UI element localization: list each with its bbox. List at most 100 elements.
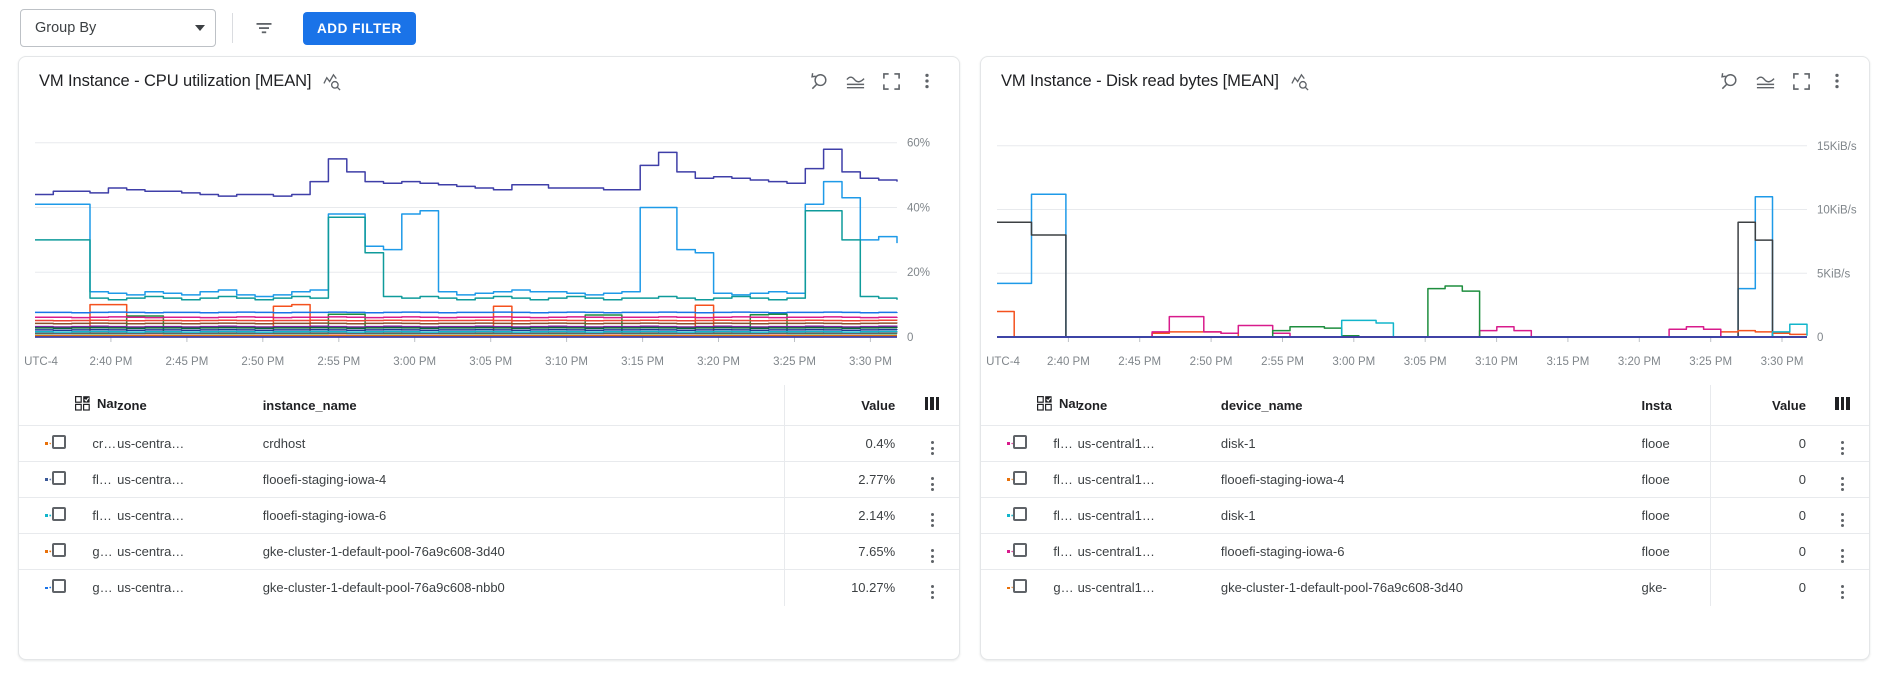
header-value[interactable]: Value <box>1709 385 1816 426</box>
more-vert-icon[interactable] <box>909 63 945 99</box>
series-line <box>35 180 898 298</box>
series-color-marker <box>19 533 52 570</box>
series-line <box>35 316 898 319</box>
row-name: flooefi-staging-iowa-4 <box>84 461 118 498</box>
row-checkbox[interactable] <box>1013 435 1028 449</box>
cpu-chart-plot[interactable]: 0 20% 40% 60% UTC-4 2:40 PM 2:45 PM 2:50 PM 2:55… <box>19 105 959 385</box>
group-by-select[interactable]: Group By <box>20 9 216 47</box>
series-color-marker <box>19 497 52 534</box>
add-filter-button[interactable]: ADD FILTER <box>303 11 416 45</box>
x-tick-label: 3:05 PM <box>1404 356 1447 368</box>
columns-icon[interactable] <box>905 385 959 426</box>
row-name: gke-cluster-1-default-pool-76a9c608-nbb0 <box>92 580 117 596</box>
select-all-icon[interactable] <box>75 396 90 411</box>
panel-cpu-title: VM Instance - CPU utilization [MEAN] <box>39 71 312 90</box>
metrics-explorer-page: Group By ADD FILTER VM Instance - CPU ut… <box>0 0 1887 683</box>
row-checkbox-cell[interactable] <box>1013 425 1046 462</box>
chevron-down-icon <box>195 25 205 31</box>
row-value: 2.14% <box>784 497 906 534</box>
header-zone[interactable]: zone <box>117 385 263 426</box>
row-checkbox[interactable] <box>1013 579 1028 594</box>
table-row[interactable]: flooefi-staging-iowa-4us-central1…disk-1… <box>981 425 1869 462</box>
series-line <box>35 332 898 335</box>
y-tick-label: 5KiB/s <box>1817 268 1850 280</box>
row-checkbox-cell[interactable] <box>51 425 85 462</box>
filter-list-icon[interactable] <box>247 11 281 45</box>
header-name-label: Name (from instance_id) <box>1059 396 1078 411</box>
row-instance-truncated: flooe <box>1641 425 1711 462</box>
row-more-vert-icon[interactable] <box>905 497 959 534</box>
table-row[interactable]: gke-cluster-1-default-pool-76a9c608-nbb0… <box>19 569 959 606</box>
row-zone: us-centra… <box>117 497 263 534</box>
x-tick-label: 3:00 PM <box>393 356 436 368</box>
row-checkbox-cell[interactable] <box>1013 497 1046 534</box>
fullscreen-icon[interactable] <box>1783 63 1819 99</box>
row-more-vert-icon[interactable] <box>1816 570 1869 606</box>
series-color-marker <box>981 497 1014 534</box>
table-row[interactable]: flooefi-staging-iowa-4us-centra…flooefi-… <box>19 461 959 498</box>
row-checkbox-cell[interactable] <box>51 533 85 570</box>
chart-lines-icon[interactable] <box>837 63 873 99</box>
row-more-vert-icon[interactable] <box>905 570 959 606</box>
row-checkbox[interactable] <box>1013 543 1028 557</box>
row-checkbox[interactable] <box>51 507 66 521</box>
series-color-marker <box>19 425 52 462</box>
row-checkbox-cell[interactable] <box>51 461 85 498</box>
sparkline-search-icon[interactable] <box>1291 72 1310 91</box>
row-value: 0 <box>1709 425 1816 462</box>
reset-zoom-icon[interactable] <box>801 63 837 99</box>
row-checkbox-cell[interactable] <box>1013 461 1046 498</box>
x-tick-label: 2:40 PM <box>89 356 132 368</box>
row-checkbox[interactable] <box>1013 471 1028 485</box>
header-name[interactable]: Name (from instance_id) <box>981 385 1078 426</box>
table-row[interactable]: gke-cluster-1-default-pool-76a9c608-3d40… <box>19 533 959 570</box>
row-checkbox-cell[interactable] <box>51 570 85 606</box>
row-more-vert-icon[interactable] <box>1815 425 1869 462</box>
header-name[interactable]: Name (from instance_id) <box>19 385 118 426</box>
row-checkbox-cell[interactable] <box>1013 570 1045 606</box>
row-more-vert-icon[interactable] <box>905 533 959 570</box>
row-checkbox[interactable] <box>51 543 66 557</box>
header-instance-name[interactable]: instance_name <box>262 385 785 426</box>
series-line <box>35 311 898 314</box>
row-zone: us-centra… <box>117 425 263 462</box>
y-tick-label: 0 <box>1817 332 1823 344</box>
table-row[interactable]: gke-cluster-1-default-pool-76a9c608-3d40… <box>981 569 1869 606</box>
more-vert-icon[interactable] <box>1819 63 1855 99</box>
row-value: 0 <box>1709 533 1816 570</box>
chart-lines-icon[interactable] <box>1747 63 1783 99</box>
row-more-vert-icon[interactable] <box>905 461 959 498</box>
x-tick-label: 2:45 PM <box>1118 356 1161 368</box>
table-row[interactable]: crdhostus-centra…crdhost0.4% <box>19 425 959 462</box>
row-checkbox[interactable] <box>51 579 66 594</box>
columns-icon[interactable] <box>1815 385 1869 426</box>
row-zone: us-centra… <box>117 580 185 596</box>
header-value[interactable]: Value <box>784 385 906 426</box>
disk-chart-plot[interactable]: 0 5KiB/s 10KiB/s 15KiB/s UTC-4 2:40 PM 2:45 PM… <box>981 105 1869 385</box>
x-tick-label: 3:25 PM <box>1689 356 1732 368</box>
row-more-vert-icon[interactable] <box>905 425 959 462</box>
panel-cpu-header: VM Instance - CPU utilization [MEAN] <box>19 57 959 105</box>
row-value: 0.4% <box>784 425 906 462</box>
reset-zoom-icon[interactable] <box>1711 63 1747 99</box>
row-more-vert-icon[interactable] <box>1815 533 1869 570</box>
row-more-vert-icon[interactable] <box>1815 497 1869 534</box>
table-row[interactable]: flooefi-staging-iowa-6us-centra…flooefi-… <box>19 497 959 534</box>
row-checkbox[interactable] <box>51 435 66 449</box>
row-more-vert-icon[interactable] <box>1815 461 1869 498</box>
table-row[interactable]: flooefi-staging-iowa-4us-central1…flooef… <box>981 461 1869 498</box>
header-device-name[interactable]: device_name <box>1220 385 1642 426</box>
header-instance-truncated[interactable]: Insta <box>1641 385 1711 426</box>
sparkline-search-icon[interactable] <box>323 72 342 91</box>
header-zone[interactable]: zone <box>1077 385 1221 426</box>
row-instance-truncated: flooe <box>1641 497 1711 534</box>
fullscreen-icon[interactable] <box>873 63 909 99</box>
row-value: 0 <box>1709 497 1816 534</box>
row-checkbox-cell[interactable] <box>1013 533 1046 570</box>
table-row[interactable]: flooefi-staging-iowa-6us-central1…disk-1… <box>981 497 1869 534</box>
row-checkbox[interactable] <box>1013 507 1028 521</box>
row-checkbox-cell[interactable] <box>51 497 85 534</box>
table-row[interactable]: flooefi-staging-iowa-6us-central1…flooef… <box>981 533 1869 570</box>
row-checkbox[interactable] <box>51 471 66 485</box>
select-all-icon[interactable] <box>1037 396 1052 411</box>
